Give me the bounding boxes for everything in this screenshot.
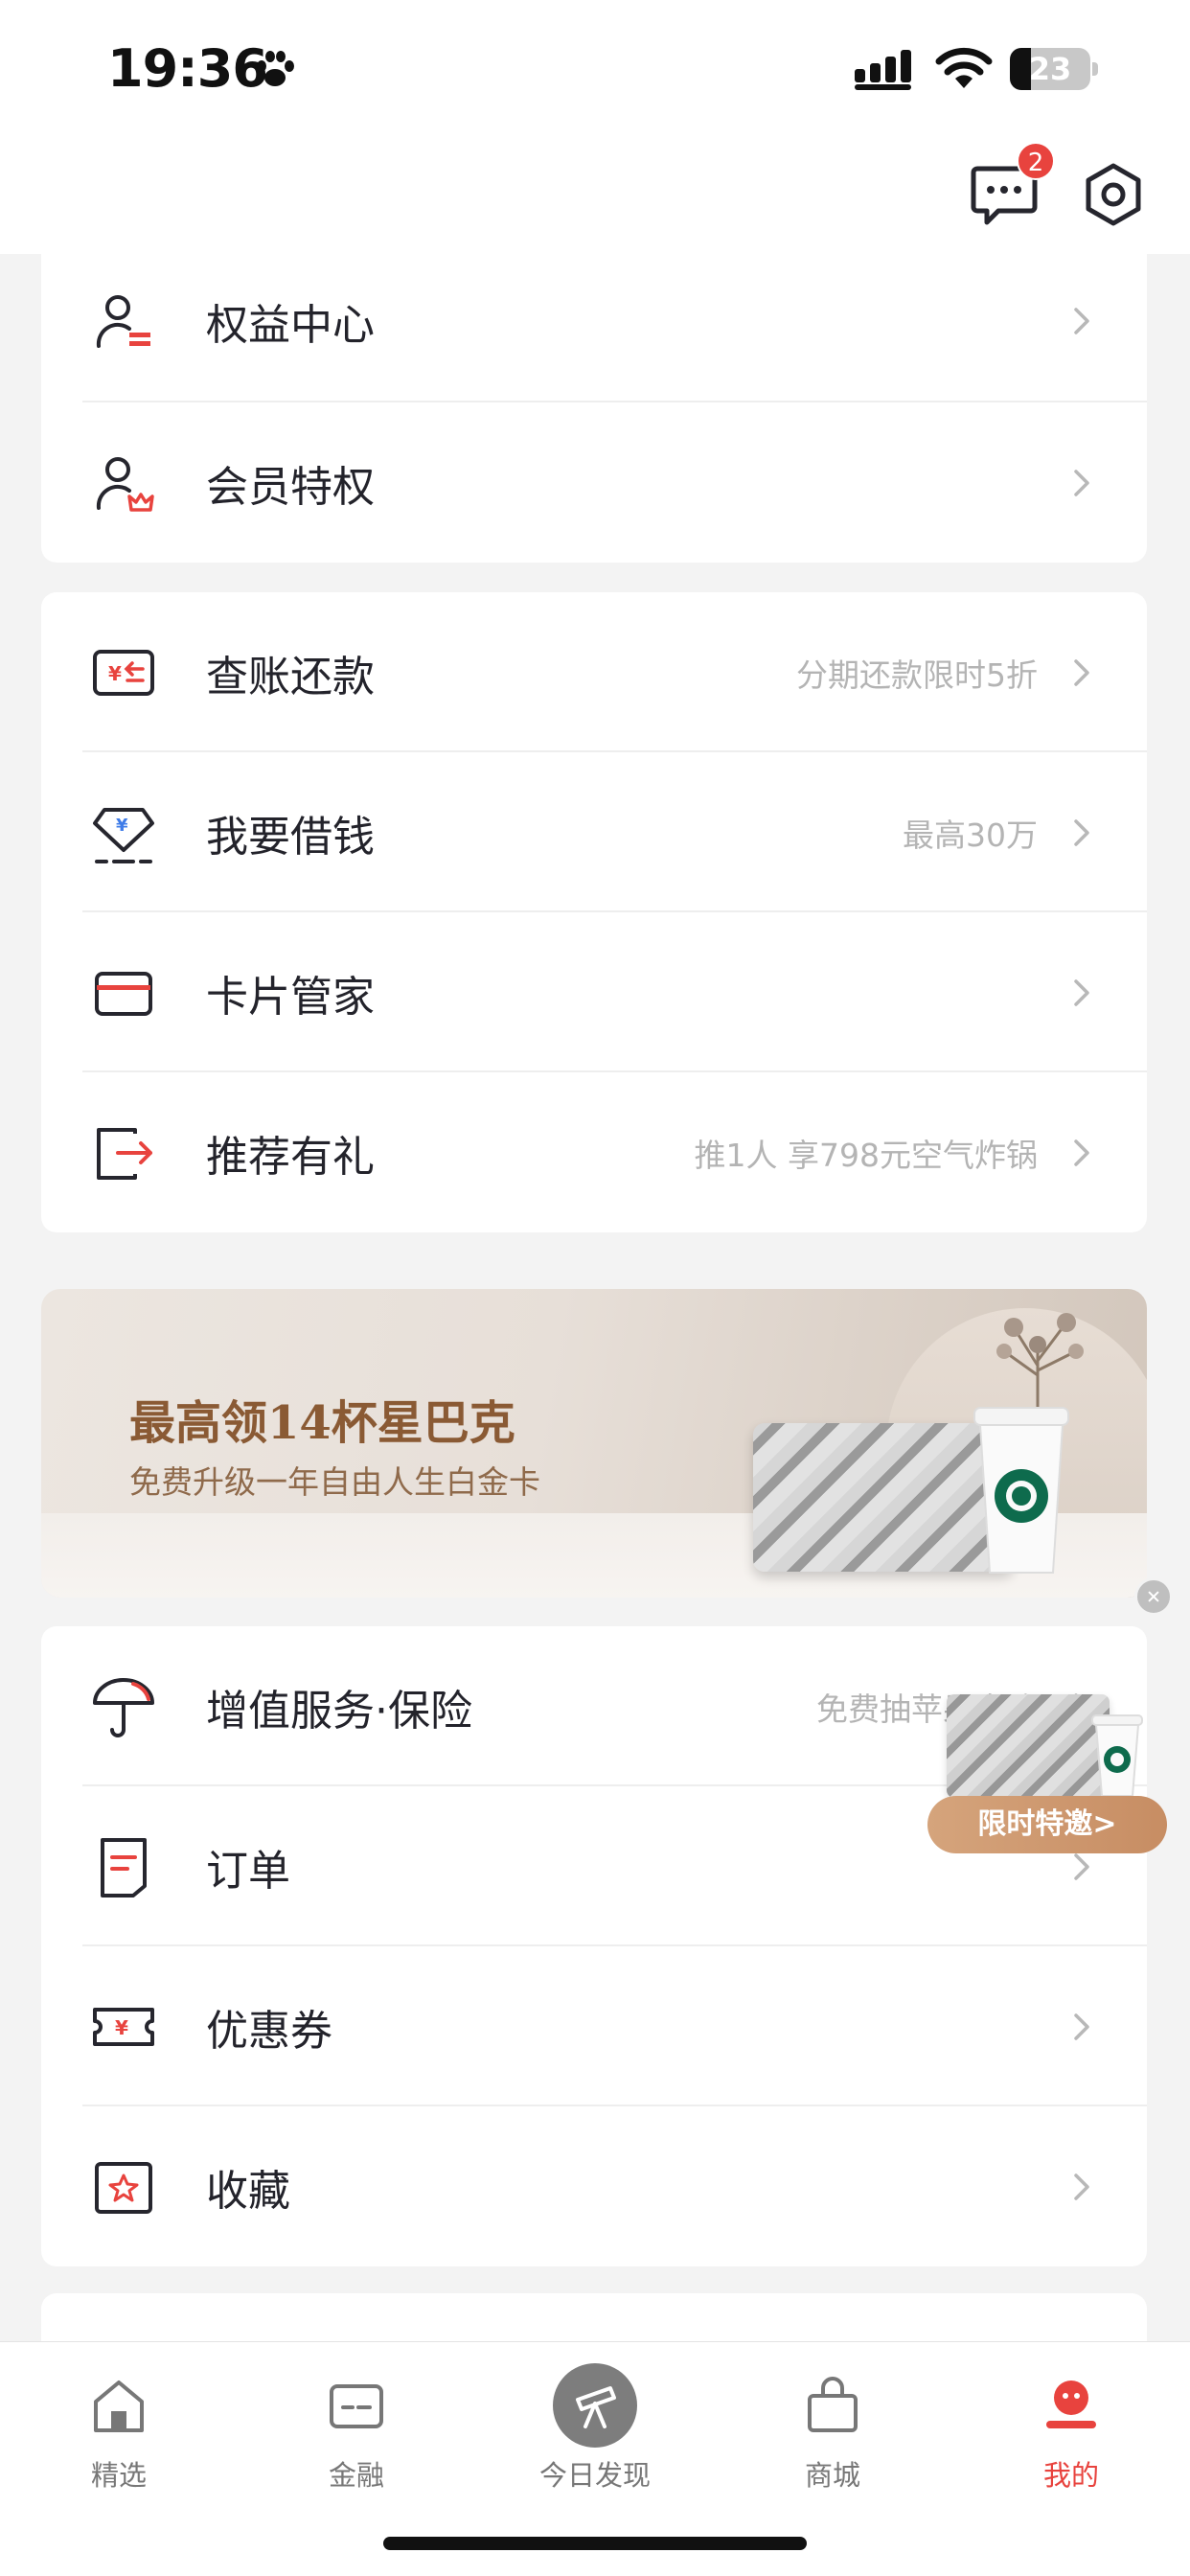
svg-text:¥: ¥ <box>116 816 128 836</box>
menu-item-label: 订单 <box>206 1846 290 1896</box>
tab-mine[interactable]: 我的 <box>952 2363 1190 2497</box>
message-badge: 2 <box>1017 142 1055 180</box>
share-exit-icon <box>97 1127 152 1180</box>
menu-item-member-privileges[interactable]: 会员特权 <box>41 402 1147 563</box>
umbrella-icon <box>93 1677 154 1737</box>
menu-item-hint: 推1人 享798元空气炸锅 <box>694 1136 1038 1174</box>
tab-label: 商城 <box>804 2459 860 2492</box>
tab-featured[interactable]: 精选 <box>0 2363 238 2497</box>
close-banner-icon[interactable] <box>1134 1577 1173 1616</box>
chevron-right-icon <box>1074 308 1089 334</box>
home-icon <box>94 2380 144 2432</box>
menu-item-label: 会员特权 <box>206 462 375 512</box>
tab-label: 今日发现 <box>538 2459 651 2492</box>
menu-item-referral-reward[interactable]: 推荐有礼 推1人 享798元空气炸锅 <box>41 1072 1147 1232</box>
menu-item-label: 我要借钱 <box>206 812 375 862</box>
chevron-right-icon <box>1074 2012 1089 2040</box>
favorite-icon <box>95 2161 152 2214</box>
chevron-right-icon <box>1074 2173 1089 2200</box>
telescope-icon <box>576 2386 616 2428</box>
svg-text:¥: ¥ <box>108 662 122 685</box>
diamond-loan-icon: ¥ <box>93 807 154 863</box>
benefits-card: 权益中心 会员特权 <box>41 240 1147 563</box>
user-card-icon <box>96 295 150 348</box>
status-bar: 19:36 23 <box>0 0 1190 144</box>
menu-item-label: 卡片管家 <box>206 972 375 1022</box>
menu-item-label: 推荐有礼 <box>206 1132 375 1182</box>
menu-item-label: 增值服务·保险 <box>206 1686 472 1736</box>
menu-item-label: 收藏 <box>206 2166 290 2216</box>
bill-repay-icon: ¥ <box>93 649 154 696</box>
coupon-icon: ¥ <box>93 2007 154 2046</box>
chevron-right-icon <box>1074 469 1089 496</box>
paw-icon <box>257 51 294 86</box>
banner-subline: 免费升级一年自由人生白金卡 <box>129 1463 540 1501</box>
menu-item-benefits-center[interactable]: 权益中心 <box>41 240 1147 402</box>
order-icon <box>101 1837 147 1898</box>
coffee-cup-icon <box>1091 1714 1143 1797</box>
tab-label: 金融 <box>328 2459 384 2492</box>
home-indicator[interactable] <box>383 2537 807 2550</box>
svg-text:¥: ¥ <box>115 2016 128 2039</box>
menu-item-hint: 分期还款限时5折 <box>796 656 1038 694</box>
banner-headline: 最高领14杯星巴克 <box>129 1396 515 1450</box>
menu-item-hint: 最高30万 <box>903 816 1038 854</box>
menu-item-bill-repayment[interactable]: ¥ 查账还款 分期还款限时5折 <box>41 592 1147 752</box>
tab-today-discover[interactable]: 今日发现 <box>476 2363 714 2497</box>
header-bar <box>0 144 1190 254</box>
status-time: 19:36 <box>107 38 268 99</box>
menu-item-label: 优惠券 <box>206 2006 332 2056</box>
chevron-right-icon <box>1074 978 1089 1006</box>
menu-item-favorites[interactable]: 收藏 <box>41 2106 1147 2266</box>
settings-icon[interactable] <box>1083 161 1144 228</box>
user-crown-icon <box>96 456 154 512</box>
limited-invite-button[interactable]: 限时特邀> <box>927 1796 1167 1853</box>
chevron-right-icon <box>1074 818 1089 846</box>
battery-level: 23 <box>1028 51 1072 87</box>
card-icon <box>95 971 152 1016</box>
promo-banner[interactable]: 最高领14杯星巴克 免费升级一年自由人生白金卡 <box>41 1289 1147 1598</box>
cellular-signal-icon <box>855 50 911 90</box>
menu-item-coupons[interactable]: ¥ 优惠券 <box>41 1946 1147 2106</box>
tab-label: 我的 <box>1042 2459 1099 2492</box>
tab-finance[interactable]: 金融 <box>238 2363 475 2497</box>
battery-indicator: 23 <box>1010 48 1098 90</box>
chevron-right-icon <box>1074 658 1089 686</box>
finance-icon <box>330 2384 383 2428</box>
floating-promo[interactable]: 限时特邀> <box>927 1694 1167 1857</box>
coffee-cup-icon <box>973 1407 1069 1574</box>
menu-item-borrow-money[interactable]: ¥ 我要借钱 最高30万 <box>41 752 1147 912</box>
wifi-icon <box>935 47 993 88</box>
promo-card-image <box>947 1694 1110 1798</box>
chevron-right-icon <box>1074 1138 1089 1166</box>
menu-item-label: 权益中心 <box>206 301 375 350</box>
tab-mall[interactable]: 商城 <box>714 2363 951 2497</box>
menu-item-label: 查账还款 <box>206 652 375 702</box>
shopping-bag-icon <box>808 2377 858 2432</box>
profile-icon <box>1046 2380 1096 2428</box>
tab-label: 精选 <box>90 2459 147 2492</box>
finance-services-card: ¥ 查账还款 分期还款限时5折 ¥ 我要借钱 最高30万 卡片管家 推荐有礼 推… <box>41 592 1147 1232</box>
menu-item-card-manager[interactable]: 卡片管家 <box>41 912 1147 1072</box>
